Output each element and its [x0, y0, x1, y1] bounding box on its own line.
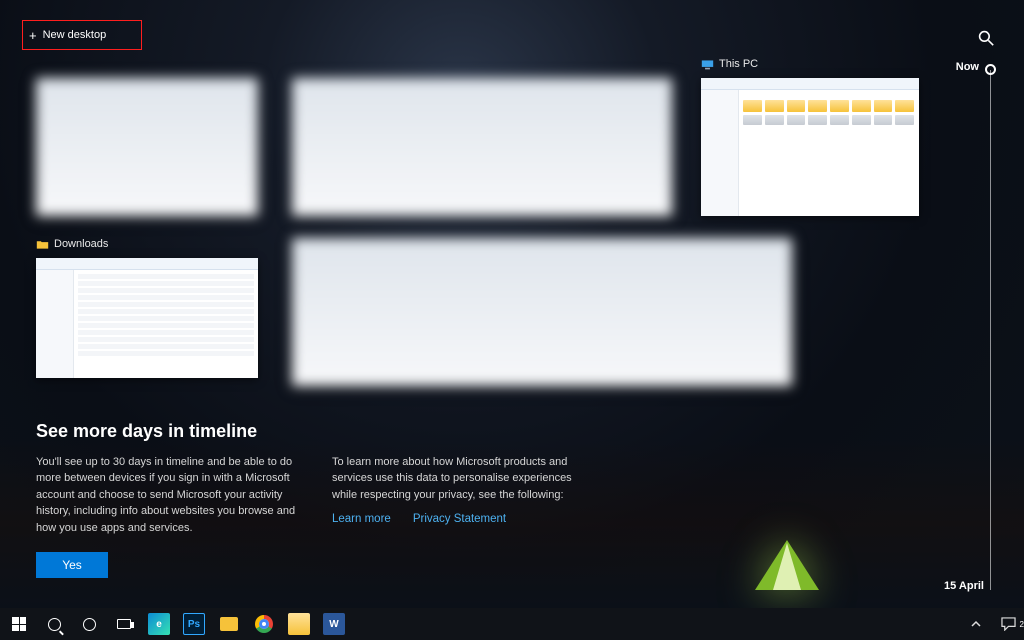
timeline-scrollbar[interactable] — [990, 70, 991, 590]
timeline-info-panel: See more days in timeline You'll see up … — [36, 421, 816, 579]
word-icon: W — [323, 613, 345, 635]
search-icon — [978, 30, 994, 46]
windows-icon — [12, 617, 26, 631]
task-thumbnail-label: This PC — [719, 58, 758, 70]
taskbar-app-word[interactable]: W — [317, 608, 351, 640]
taskbar-app-edge[interactable]: e — [142, 608, 176, 640]
taskbar-app-photoshop[interactable]: Ps — [177, 608, 211, 640]
task-view-button[interactable] — [107, 608, 141, 640]
panel-links: Learn more Privacy Statement — [332, 513, 592, 525]
plus-icon: + — [29, 29, 37, 42]
folder-icon — [288, 613, 310, 635]
task-view-icon — [117, 619, 131, 629]
taskbar: e Ps W — [0, 608, 1024, 640]
photoshop-icon: Ps — [183, 613, 205, 635]
folder-icon — [36, 239, 49, 250]
timeline-search-button[interactable] — [978, 30, 994, 46]
taskbar-app-folder[interactable] — [282, 608, 316, 640]
cortana-icon — [83, 618, 96, 631]
explorer-icon — [220, 617, 238, 631]
task-thumbnail-5[interactable] — [292, 238, 792, 386]
system-tray — [964, 617, 1024, 631]
panel-body-left: You'll see up to 30 days in timeline and… — [36, 454, 296, 537]
task-thumbnail-1[interactable] — [36, 78, 258, 216]
action-center-button[interactable] — [996, 617, 1020, 631]
taskbar-app-explorer[interactable] — [212, 608, 246, 640]
panel-body-right: To learn more about how Microsoft produc… — [332, 454, 592, 504]
task-thumbnail-this-pc[interactable]: This PC — [701, 78, 919, 216]
timeline-bottom-date: 15 April — [944, 580, 984, 592]
new-desktop-button[interactable]: + New desktop — [22, 20, 142, 50]
timeline-now-label: Now — [956, 61, 979, 73]
explorer-window-preview — [36, 258, 258, 378]
new-desktop-label: New desktop — [43, 29, 107, 41]
task-thumbnail-title: This PC — [701, 58, 758, 70]
chrome-icon — [255, 615, 273, 633]
task-thumbnail-label: Downloads — [54, 238, 108, 250]
taskbar-search-button[interactable] — [37, 608, 71, 640]
taskbar-app-chrome[interactable] — [247, 608, 281, 640]
explorer-window-preview — [701, 78, 919, 216]
cortana-button[interactable] — [72, 608, 106, 640]
panel-heading: See more days in timeline — [36, 421, 816, 442]
monitor-icon — [701, 59, 714, 70]
learn-more-link[interactable]: Learn more — [332, 513, 391, 525]
privacy-statement-link[interactable]: Privacy Statement — [413, 513, 506, 525]
task-thumbnail-2[interactable] — [292, 78, 672, 216]
start-button[interactable] — [2, 608, 36, 640]
task-thumbnail-downloads[interactable]: Downloads — [36, 258, 258, 378]
notification-icon — [1001, 617, 1016, 631]
tray-overflow-button[interactable] — [964, 619, 988, 629]
search-icon — [48, 618, 61, 631]
chevron-up-icon — [971, 619, 981, 629]
task-thumbnail-title: Downloads — [36, 238, 108, 250]
yes-button[interactable]: Yes — [36, 552, 108, 578]
edge-icon: e — [148, 613, 170, 635]
